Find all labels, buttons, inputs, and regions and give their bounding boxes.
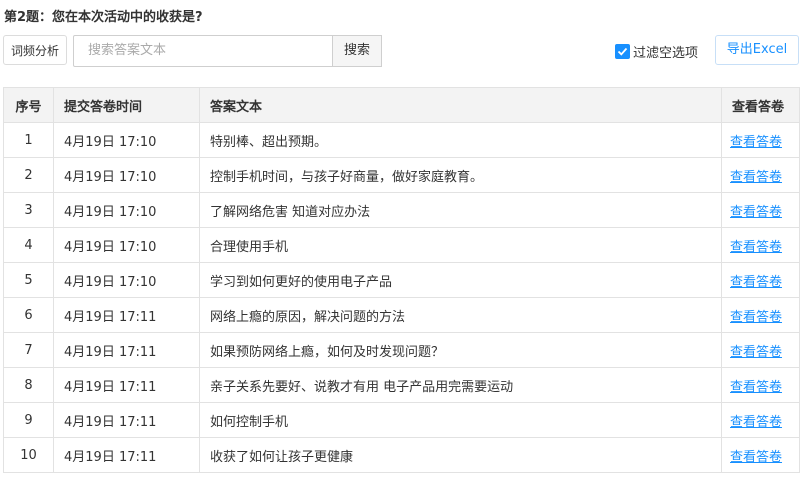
table-row: 9 4月19日 17:11 如何控制手机 查看答卷 <box>3 402 800 438</box>
table-row: 10 4月19日 17:11 收获了如何让孩子更健康 查看答卷 <box>3 437 800 473</box>
table-row: 5 4月19日 17:10 学习到如何更好的使用电子产品 查看答卷 <box>3 262 800 298</box>
answer-text: 学习到如何更好的使用电子产品 <box>199 262 722 298</box>
view-answer-link[interactable]: 查看答卷 <box>730 275 782 290</box>
view-answer-link[interactable]: 查看答卷 <box>730 205 782 220</box>
submit-time: 4月19日 17:10 <box>53 227 200 263</box>
row-number: 6 <box>3 297 54 333</box>
table-row: 7 4月19日 17:11 如果预防网络上瘾，如何及时发现问题？ 查看答卷 <box>3 332 800 368</box>
filter-empty-option[interactable]: 过滤空选项 <box>615 42 699 61</box>
answer-text: 收获了如何让孩子更健康 <box>199 437 722 473</box>
column-header-no: 序号 <box>3 87 54 123</box>
submit-time: 4月19日 17:11 <box>53 332 200 368</box>
row-number: 4 <box>3 227 54 263</box>
row-number: 1 <box>3 122 54 158</box>
submit-time: 4月19日 17:11 <box>53 297 200 333</box>
table-row: 1 4月19日 17:10 特别棒、超出预期。 查看答卷 <box>3 122 800 158</box>
table-row: 2 4月19日 17:10 控制手机时间，与孩子好商量，做好家庭教育。 查看答卷 <box>3 157 800 193</box>
row-number: 2 <box>3 157 54 193</box>
view-answer-link[interactable]: 查看答卷 <box>730 415 782 430</box>
answers-table: 序号 提交答卷时间 答案文本 查看答卷 1 4月19日 17:10 特别棒、超出… <box>3 87 800 473</box>
table-row: 3 4月19日 17:10 了解网络危害 知道对应办法 查看答卷 <box>3 192 800 228</box>
table-header-row: 序号 提交答卷时间 答案文本 查看答卷 <box>3 87 800 123</box>
view-answer-link[interactable]: 查看答卷 <box>730 240 782 255</box>
export-excel-button[interactable]: 导出Excel <box>715 35 799 65</box>
column-header-time: 提交答卷时间 <box>53 87 200 123</box>
row-number: 5 <box>3 262 54 298</box>
answer-text: 特别棒、超出预期。 <box>199 122 722 158</box>
search-input[interactable]: 搜索答案文本 <box>73 35 333 67</box>
checkbox-checked-icon[interactable] <box>615 43 630 59</box>
row-number: 10 <box>3 437 54 473</box>
row-number: 9 <box>3 402 54 438</box>
row-number: 7 <box>3 332 54 368</box>
answer-text: 如果预防网络上瘾，如何及时发现问题？ <box>199 332 722 368</box>
answer-text: 如何控制手机 <box>199 402 722 438</box>
view-answer-link[interactable]: 查看答卷 <box>730 450 782 465</box>
table-row: 8 4月19日 17:11 亲子关系先要好、说教才有用 电子产品用完需要运动 查… <box>3 367 800 403</box>
submit-time: 4月19日 17:10 <box>53 122 200 158</box>
search-button[interactable]: 搜索 <box>332 35 382 67</box>
view-answer-link[interactable]: 查看答卷 <box>730 380 782 395</box>
row-number: 8 <box>3 367 54 403</box>
submit-time: 4月19日 17:11 <box>53 367 200 403</box>
submit-time: 4月19日 17:11 <box>53 402 200 438</box>
view-answer-link[interactable]: 查看答卷 <box>730 345 782 360</box>
answer-text: 亲子关系先要好、说教才有用 电子产品用完需要运动 <box>199 367 722 403</box>
view-answer-link[interactable]: 查看答卷 <box>730 310 782 325</box>
table-row: 4 4月19日 17:10 合理使用手机 查看答卷 <box>3 227 800 263</box>
answer-text: 了解网络危害 知道对应办法 <box>199 192 722 228</box>
submit-time: 4月19日 17:11 <box>53 437 200 473</box>
toolbar: 词频分析 搜索答案文本 搜索 过滤空选项 导出Excel <box>0 35 801 67</box>
submit-time: 4月19日 17:10 <box>53 192 200 228</box>
view-answer-link[interactable]: 查看答卷 <box>730 135 782 150</box>
answer-text: 合理使用手机 <box>199 227 722 263</box>
column-header-answer: 答案文本 <box>199 87 722 123</box>
question-title: 第2题：您在本次活动中的收获是? <box>4 10 203 25</box>
table-row: 6 4月19日 17:11 网络上瘾的原因，解决问题的方法 查看答卷 <box>3 297 800 333</box>
column-header-view: 查看答卷 <box>721 87 800 123</box>
word-frequency-button[interactable]: 词频分析 <box>3 35 67 65</box>
answer-text: 控制手机时间，与孩子好商量，做好家庭教育。 <box>199 157 722 193</box>
filter-empty-label: 过滤空选项 <box>633 45 699 61</box>
view-answer-link[interactable]: 查看答卷 <box>730 170 782 185</box>
row-number: 3 <box>3 192 54 228</box>
answer-text: 网络上瘾的原因，解决问题的方法 <box>199 297 722 333</box>
submit-time: 4月19日 17:10 <box>53 262 200 298</box>
submit-time: 4月19日 17:10 <box>53 157 200 193</box>
